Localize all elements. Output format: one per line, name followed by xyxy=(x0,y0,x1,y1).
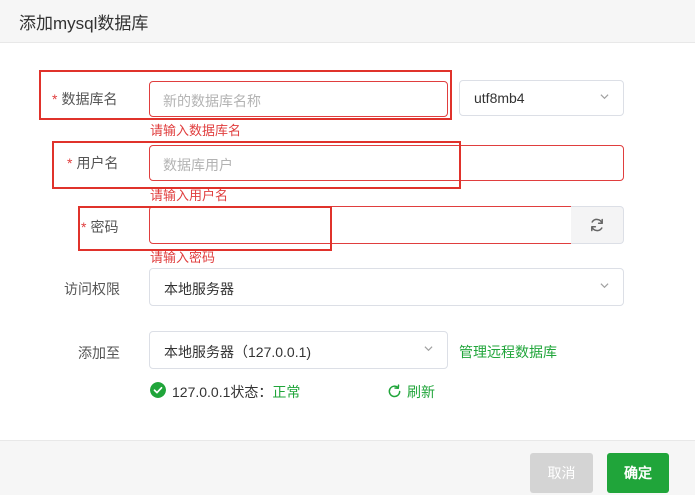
refresh-icon xyxy=(591,218,603,232)
charset-select[interactable]: utf8mb4 xyxy=(459,80,624,116)
chevron-down-icon xyxy=(600,94,609,100)
db-name-error: 请输入数据库名 xyxy=(150,123,242,138)
required-mark: * xyxy=(81,219,87,235)
user-input[interactable]: 数据库用户 xyxy=(149,145,624,181)
generate-password-button[interactable] xyxy=(571,206,624,244)
confirm-button[interactable]: 确定 xyxy=(607,453,669,493)
refresh-label: 刷新 xyxy=(407,384,435,400)
add-to-select[interactable]: 本地服务器（127.0.0.1) xyxy=(149,331,448,369)
add-to-value: 本地服务器（127.0.0.1) xyxy=(164,344,312,360)
check-circle-icon xyxy=(150,382,166,398)
dialog-header: 添加mysql数据库 xyxy=(0,0,695,43)
required-mark: * xyxy=(52,91,58,107)
dialog-title: 添加mysql数据库 xyxy=(19,14,149,33)
refresh-icon xyxy=(388,384,401,398)
access-value: 本地服务器 xyxy=(164,281,234,297)
db-name-placeholder: 新的数据库名称 xyxy=(163,93,261,109)
access-label: 访问权限 xyxy=(64,281,120,297)
user-placeholder: 数据库用户 xyxy=(163,157,233,173)
password-input[interactable] xyxy=(149,206,572,244)
refresh-status-link[interactable]: 刷新 xyxy=(387,382,435,402)
access-select[interactable]: 本地服务器 xyxy=(149,268,624,306)
required-mark: * xyxy=(67,155,73,171)
status-state: 正常 xyxy=(272,384,301,400)
status-prefix: 127.0.0.1状态： xyxy=(172,384,273,400)
add-to-label: 添加至 xyxy=(78,345,120,361)
add-mysql-dialog: 添加mysql数据库 * 数据库名 新的数据库名称 utf8mb4 请输入数据库名… xyxy=(0,0,695,495)
user-label: * 用户名 xyxy=(67,155,119,171)
chevron-down-icon xyxy=(424,346,433,352)
db-name-input[interactable]: 新的数据库名称 xyxy=(149,81,448,117)
cancel-button[interactable]: 取消 xyxy=(530,453,593,493)
chevron-down-icon xyxy=(600,283,609,289)
user-error: 请输入用户名 xyxy=(150,188,229,203)
charset-value: utf8mb4 xyxy=(474,90,525,106)
password-error: 请输入密码 xyxy=(150,250,216,265)
password-label: * 密码 xyxy=(81,219,119,235)
manage-remote-db-link[interactable]: 管理远程数据库 xyxy=(459,342,557,362)
db-name-label: * 数据库名 xyxy=(52,91,118,107)
